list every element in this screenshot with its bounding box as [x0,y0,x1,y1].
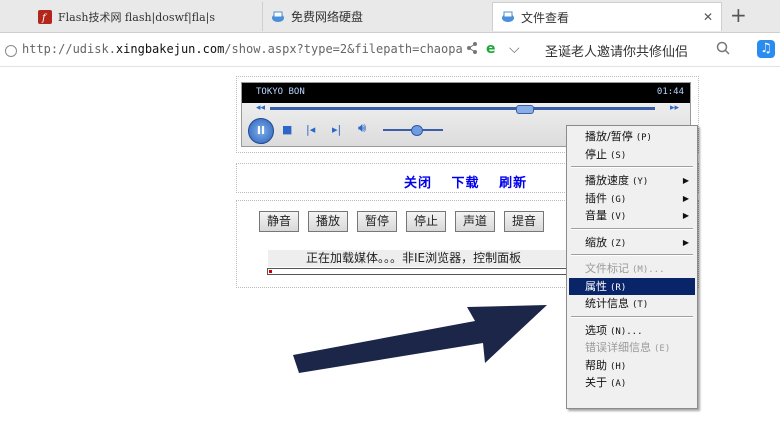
player-display: TOKYO BON 01:44 [242,83,690,103]
control-buttons: 静音 播放 暂停 停止 声道 提音 [259,211,544,232]
context-menu-item[interactable]: 音量 (V) ▶ [569,207,695,224]
stop-icon[interactable]: ■ [282,123,292,136]
context-menu-item[interactable]: 帮助 (H) [569,357,695,374]
site-info-icon[interactable] [5,45,17,57]
refresh-link[interactable]: 刷新 [499,176,527,191]
menu-item-accelerator: (Y) [632,177,649,187]
menu-item-label: 错误详细信息 [585,341,651,354]
track-title: TOKYO BON [256,87,305,97]
chevron-down-icon[interactable]: ⌵ [509,41,520,57]
menu-item-accelerator: (H) [610,361,627,372]
rewind-icon[interactable]: ◂◂ [256,103,265,113]
menu-item-accelerator: (R) [610,282,627,293]
previous-icon[interactable]: |◂ [306,123,315,136]
pause-button[interactable]: II [248,118,274,144]
menu-item-label: 属性 [585,279,607,293]
menu-item-label: 播放速度 [585,174,629,187]
fast-forward-icon[interactable]: ▸▸ [670,103,679,113]
menu-separator [571,315,693,318]
context-menu-item[interactable]: 停止 (S) [569,146,695,163]
context-menu-item[interactable]: 属性 (R) [569,277,695,295]
context-menu-item[interactable]: 插件 (G) ▶ [569,190,695,207]
menu-item-label: 统计信息 [585,297,629,310]
menu-item-label: 帮助 [585,358,607,372]
submenu-arrow-icon: ▶ [682,176,689,185]
music-app-icon[interactable]: ♫ [757,40,775,58]
pause-text-button[interactable]: 暂停 [357,211,397,232]
menu-item-label: 关于 [585,376,607,389]
channel-button[interactable]: 声道 [455,211,495,232]
action-links: 关闭 下载 刷新 [404,172,541,191]
seek-thumb[interactable] [516,105,535,114]
menu-item-label: 停止 [585,147,607,161]
close-icon[interactable]: ✕ [703,10,713,24]
tab-title: 免费网络硬盘 [291,10,364,24]
menu-item-accelerator: (A) [610,379,627,389]
status-text: 正在加载媒体。。。非IE浏览器，控制面板 [268,250,568,267]
context-menu-item: 错误详细信息 (E) [569,339,695,356]
context-menu-item[interactable]: 播放/暂停 (P) [569,128,695,145]
track-time: 01:44 [656,87,684,97]
search-icon[interactable] [716,41,730,59]
flash-icon: f [38,9,52,24]
url-field[interactable]: http://udisk.xingbakejun.com/show.aspx?t… [22,42,463,56]
context-menu-item[interactable]: 播放速度 (Y) ▶ [569,172,695,189]
address-bar: http://udisk.xingbakejun.com/show.aspx?t… [0,33,780,67]
tab-title: Flash技术网 flash|doswf|fla|s [58,10,216,24]
submenu-arrow-icon: ▶ [682,211,689,220]
tab-bar: f Flash技术网 flash|doswf|fla|s 免费网络硬盘 文件查看… [0,0,780,33]
pitch-button[interactable]: 提音 [504,211,544,232]
menu-item-accelerator: (N)... [610,326,643,337]
menu-item-label: 选项 [585,323,607,337]
menu-item-label: 缩放 [585,235,607,249]
menu-item-accelerator: (S) [610,150,627,161]
submenu-arrow-icon: ▶ [682,193,689,203]
stop-button[interactable]: 停止 [406,211,446,232]
menu-item-accelerator: (M)... [632,265,665,275]
menu-separator [571,166,693,168]
play-button[interactable]: 播放 [308,211,348,232]
menu-item-accelerator: (Z) [610,238,627,249]
tab-title: 文件查看 [521,10,570,25]
download-link[interactable]: 下载 [452,176,480,191]
menu-separator [571,254,693,256]
menu-item-label: 音量 [585,209,607,222]
menu-item-accelerator: (T) [632,300,649,310]
menu-item-accelerator: (G) [610,194,627,205]
context-menu-item[interactable]: 选项 (N)... [569,322,695,339]
arrow-graphic [293,305,547,373]
context-menu-item[interactable]: 缩放 (Z) ▶ [569,234,695,251]
submenu-arrow-icon: ▶ [682,237,689,247]
tab-file-view[interactable]: 文件查看 ✕ [492,2,722,31]
menu-item-label: 文件标记 [585,262,629,275]
menu-separator [571,227,693,230]
menu-item-accelerator: (E) [654,344,671,354]
menu-item-accelerator: (P) [635,133,652,143]
tab-flash-site[interactable]: f Flash技术网 flash|doswf|fla|s [30,2,258,31]
context-menu-item[interactable]: 关于 (A) [569,374,695,391]
load-progress-bar [267,268,567,275]
page-icon [271,10,285,24]
menu-item-accelerator: (V) [610,212,627,222]
volume-icon[interactable]: 🔊︎ [358,121,366,136]
close-link[interactable]: 关闭 [404,176,432,191]
new-tab-icon[interactable]: + [730,4,747,26]
search-suggestion[interactable]: 圣诞老人邀请你共修仙侣 [545,41,688,60]
share-icon[interactable] [466,41,478,59]
volume-thumb[interactable] [411,125,423,136]
menu-item-label: 播放/暂停 [585,130,633,143]
mute-button[interactable]: 静音 [259,211,299,232]
menu-item-label: 插件 [585,191,607,205]
context-menu-item: 文件标记 (M)... [569,260,695,277]
ie-engine-icon[interactable]: e [486,41,496,57]
tab-free-disk[interactable]: 免费网络硬盘 [262,2,490,31]
context-menu-item[interactable]: 统计信息 (T) [569,295,695,312]
next-icon[interactable]: ▸| [332,123,341,136]
seek-bar[interactable] [270,107,655,110]
context-menu: 播放/暂停 (P) 停止 (S) 播放速度 (Y) ▶ 插件 (G) ▶ 音量 (V) ▶ 缩放 (Z) ▶ 文… [566,125,698,409]
page-icon [501,10,515,24]
load-progress-fill [269,270,272,273]
